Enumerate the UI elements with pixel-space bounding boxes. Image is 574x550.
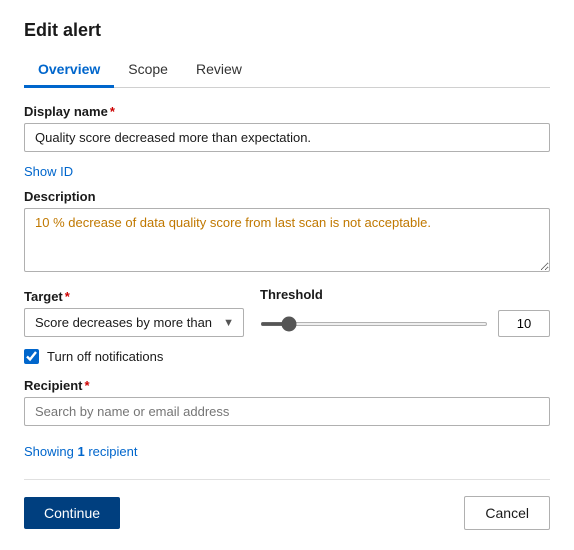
recipient-label: Recipient* [24,378,550,393]
notifications-checkbox[interactable] [24,349,39,364]
recipient-group: Recipient* [24,378,550,426]
tab-scope[interactable]: Scope [114,55,182,88]
threshold-group: Threshold [260,287,550,337]
target-select[interactable]: Score decreases by more than [24,308,244,337]
display-name-input[interactable] [24,123,550,152]
target-label: Target* [24,289,244,304]
cancel-button[interactable]: Cancel [464,496,550,530]
dialog-footer: Continue Cancel [24,479,550,530]
show-id-link[interactable]: Show ID [24,164,550,179]
edit-alert-dialog: Edit alert Overview Scope Review Display… [0,0,574,550]
dialog-title: Edit alert [24,20,550,41]
slider-container [260,322,488,326]
description-textarea[interactable]: 10 % decrease of data quality score from… [24,208,550,272]
continue-button[interactable]: Continue [24,497,120,529]
tab-overview[interactable]: Overview [24,55,114,88]
threshold-label: Threshold [260,287,550,302]
description-group: Description 10 % decrease of data qualit… [24,189,550,275]
showing-recipient-text: Showing 1 recipient [24,444,550,459]
recipient-search-input[interactable] [24,397,550,426]
description-label: Description [24,189,550,204]
display-name-group: Display name* [24,104,550,152]
threshold-value-input[interactable] [498,310,550,337]
notifications-row: Turn off notifications [24,349,550,364]
tab-review[interactable]: Review [182,55,256,88]
target-threshold-row: Target* Score decreases by more than ▼ T… [24,287,550,337]
target-group: Target* Score decreases by more than ▼ [24,289,244,337]
threshold-slider[interactable] [260,322,488,326]
display-name-label: Display name* [24,104,550,119]
tab-bar: Overview Scope Review [24,55,550,88]
threshold-row [260,310,550,337]
notifications-label: Turn off notifications [47,349,163,364]
target-select-wrapper: Score decreases by more than ▼ [24,308,244,337]
